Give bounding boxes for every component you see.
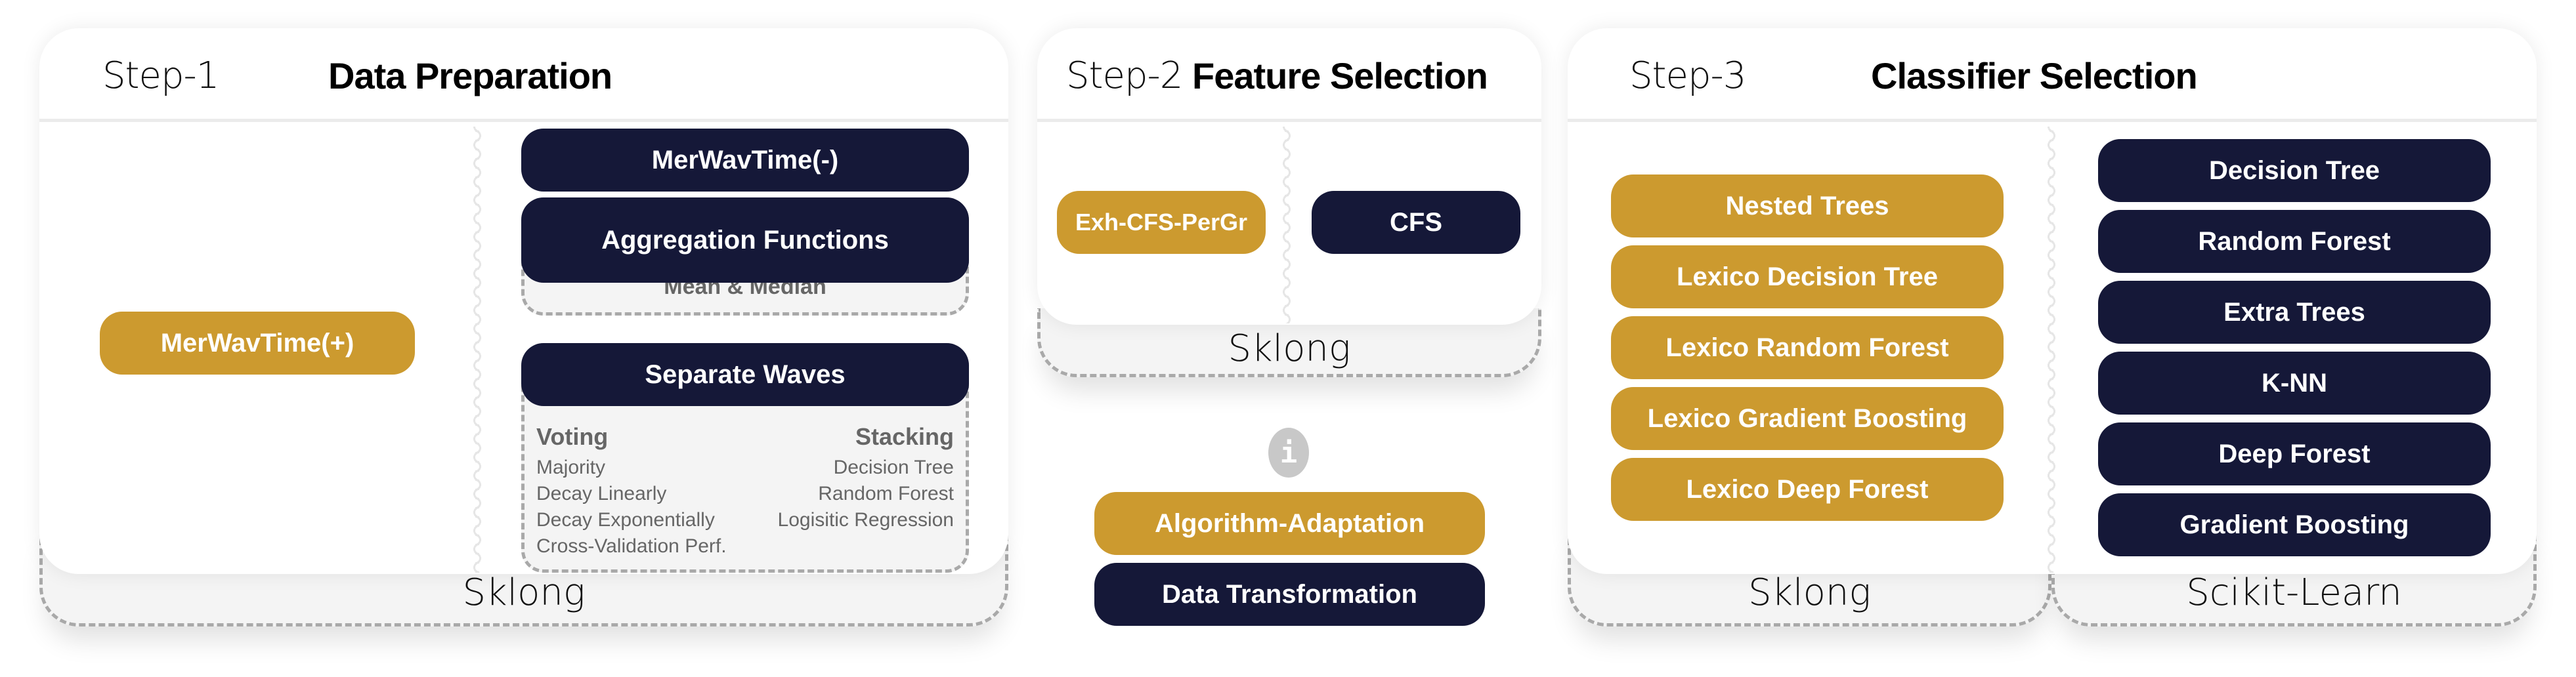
classifier-lexico-random-forest[interactable]: Lexico Random Forest <box>1611 316 2004 379</box>
step1-footer-label: Sklong <box>462 571 586 614</box>
step2-header: Step-2 Feature Selection <box>1037 28 1541 122</box>
voting-item: Decay Exponentially <box>536 509 715 531</box>
info-icon: i <box>1268 428 1309 478</box>
step2-step-label: Step-2 <box>1066 54 1183 97</box>
step2-card: Step-2 Feature Selection Exh-CFS-PerGr C… <box>1037 28 1541 325</box>
legend-algorithm-adaptation: Algorithm-Adaptation <box>1094 492 1485 555</box>
step2-divider <box>1282 127 1291 323</box>
classifier-deep-forest[interactable]: Deep Forest <box>2098 422 2491 485</box>
step2-title: Feature Selection <box>1192 55 1488 96</box>
step3-title: Classifier Selection <box>1871 55 2198 96</box>
step1-card: Step-1 Data Preparation MerWavTime(+) Me… <box>39 28 1008 574</box>
voting-item: Decay Linearly <box>536 483 667 504</box>
stacking-item: Random Forest <box>818 483 954 504</box>
stacking-heading: Stacking <box>855 423 954 450</box>
step3-footer-scikit-learn-label: Scikit-Learn <box>2186 571 2402 614</box>
separate-waves-option[interactable]: Separate Waves <box>521 343 969 406</box>
classifier-decision-tree[interactable]: Decision Tree <box>2098 139 2491 202</box>
exh-cfs-pergr-option[interactable]: Exh-CFS-PerGr <box>1057 191 1266 254</box>
legend-data-transformation: Data Transformation <box>1094 563 1485 626</box>
step3-header: Step-3 Classifier Selection <box>1568 28 2537 122</box>
step3-card: Step-3 Classifier Selection Nested Trees… <box>1568 28 2537 574</box>
voting-item: Cross-Validation Perf. <box>536 535 727 557</box>
aggregation-functions-option[interactable]: Aggregation Functions <box>521 197 969 283</box>
step3-divider <box>2047 127 2056 573</box>
step2-footer-label: Sklong <box>1228 327 1351 370</box>
classifier-extra-trees[interactable]: Extra Trees <box>2098 281 2491 344</box>
stacking-item: Decision Tree <box>833 457 954 478</box>
voting-heading: Voting <box>536 423 609 450</box>
voting-item: Majority <box>536 457 606 478</box>
stacking-item: Logisitic Regression <box>777 509 954 531</box>
classifier-lexico-decision-tree[interactable]: Lexico Decision Tree <box>1611 245 2004 308</box>
classifier-lexico-gradient-boosting[interactable]: Lexico Gradient Boosting <box>1611 387 2004 450</box>
step3-footer-sklong-label: Sklong <box>1748 571 1871 614</box>
step3-step-label: Step-3 <box>1629 54 1746 97</box>
step1-divider <box>473 127 482 573</box>
classifier-random-forest[interactable]: Random Forest <box>2098 210 2491 273</box>
merwavtime-plus-option[interactable]: MerWavTime(+) <box>100 312 415 375</box>
step1-title: Data Preparation <box>328 55 612 96</box>
cfs-option[interactable]: CFS <box>1312 191 1520 254</box>
classifier-gradient-boosting[interactable]: Gradient Boosting <box>2098 493 2491 556</box>
merwavtime-minus-option[interactable]: MerWavTime(-) <box>521 129 969 192</box>
classifier-lexico-deep-forest[interactable]: Lexico Deep Forest <box>1611 458 2004 521</box>
step1-header: Step-1 Data Preparation <box>39 28 1008 122</box>
classifier-knn[interactable]: K-NN <box>2098 352 2491 415</box>
step1-step-label: Step-1 <box>102 54 219 97</box>
classifier-nested-trees[interactable]: Nested Trees <box>1611 174 2004 237</box>
